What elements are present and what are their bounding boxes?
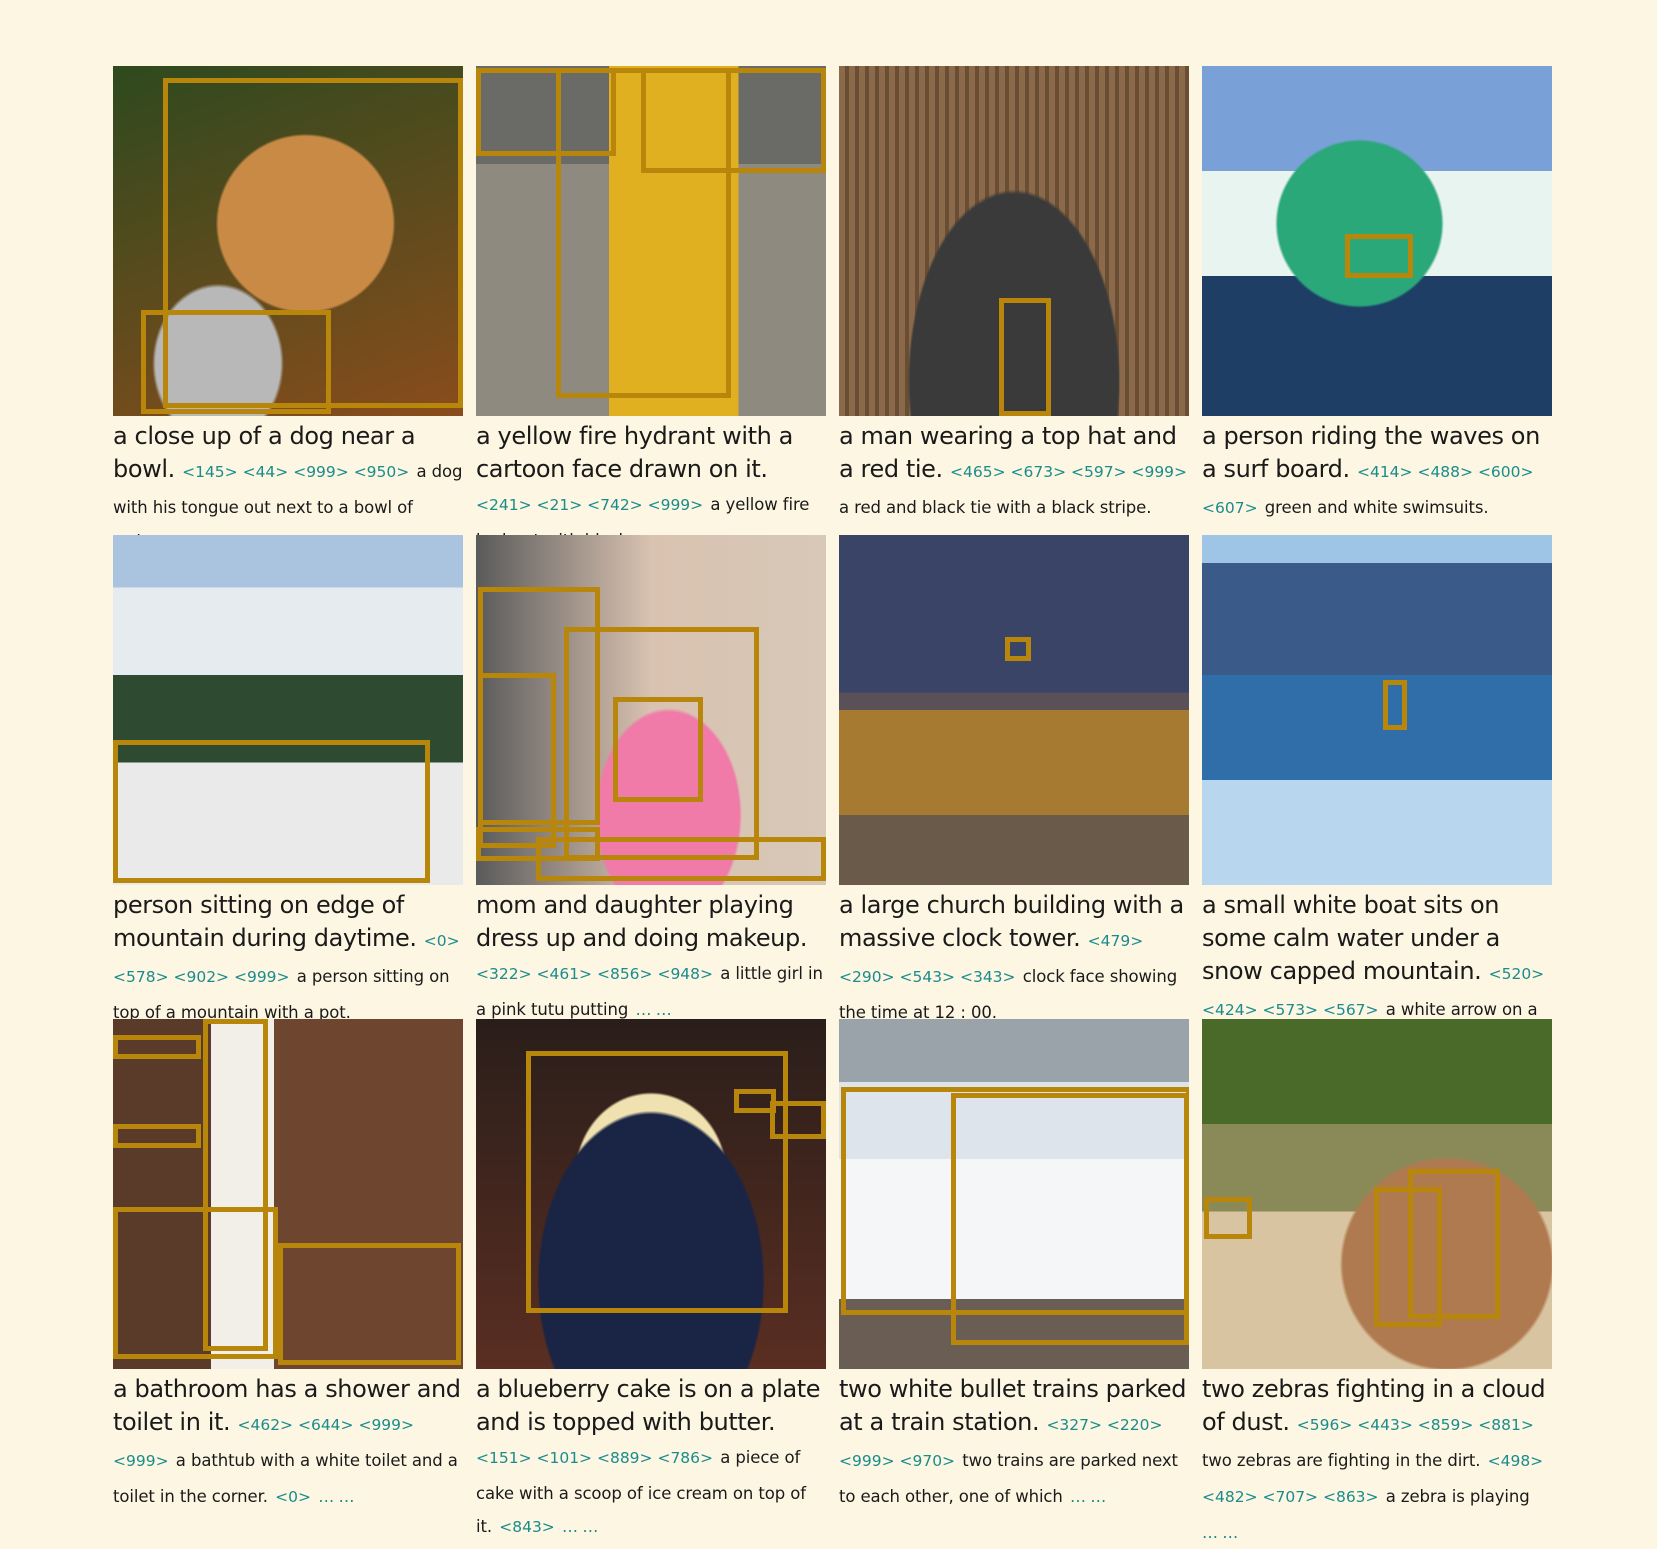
bounding-box — [770, 1101, 826, 1139]
bounding-box — [1204, 1197, 1252, 1239]
figure-panel: a bathroom has a shower and toilet in it… — [113, 1019, 463, 1514]
bounding-box — [536, 837, 826, 881]
bounding-box — [278, 1243, 461, 1365]
generated-image — [839, 66, 1189, 416]
bounding-box — [1345, 234, 1413, 278]
location-tokens: <465> <673> <597> <999> — [950, 463, 1188, 481]
generated-image — [839, 535, 1189, 885]
ellipsis: … … — [318, 1487, 355, 1506]
location-tokens: <241> <21> <742> <999> — [476, 496, 704, 514]
figure-panel: a person riding the waves on a surf boar… — [1202, 66, 1552, 525]
panel-caption: two zebras fighting in a cloud of dust. … — [1202, 1373, 1552, 1549]
bounding-box — [999, 298, 1051, 416]
figure-panel: a man wearing a top hat and a red tie. <… — [839, 66, 1189, 522]
figure-panel: a large church building with a massive c… — [839, 535, 1189, 1027]
region-description: a zebra is playing — [1385, 1487, 1530, 1506]
bounding-box — [613, 697, 703, 802]
figure-panel: a small white boat sits on some calm wat… — [1202, 535, 1552, 1060]
caption-text: a yellow fire hydrant with a cartoon fac… — [476, 422, 793, 483]
figure-panel: mom and daughter playing dress up and do… — [476, 535, 826, 1026]
location-tokens: <145> <44> <999> <950> — [182, 463, 410, 481]
ellipsis: … … — [562, 1517, 598, 1536]
region-description: green and white swimsuits. — [1264, 498, 1489, 517]
generated-image — [476, 535, 826, 885]
bounding-box — [1005, 637, 1031, 661]
figure-panel: a blueberry cake is on a plate and is to… — [476, 1019, 826, 1544]
generated-image — [476, 66, 826, 416]
panel-caption: a bathroom has a shower and toilet in it… — [113, 1373, 463, 1514]
generated-image — [1202, 1019, 1552, 1369]
figure-panel: a yellow fire hydrant with a cartoon fac… — [476, 66, 826, 558]
ellipsis: … … — [1202, 1523, 1238, 1542]
bounding-box — [113, 1207, 278, 1359]
panel-caption: a man wearing a top hat and a red tie. <… — [839, 420, 1189, 522]
ellipsis: … … — [1070, 1487, 1106, 1506]
figure-panel: person sitting on edge of mountain durin… — [113, 535, 463, 1027]
region-description: two zebras are fighting in the dirt. — [1202, 1451, 1481, 1470]
bounding-box — [113, 1124, 201, 1148]
figure-panel: a close up of a dog near a bowl. <145> <… — [113, 66, 463, 593]
caption-text: a small white boat sits on some calm wat… — [1202, 891, 1500, 985]
ellipsis: … … — [635, 1000, 672, 1019]
panel-caption: two white bullet trains parked at a trai… — [839, 1373, 1189, 1513]
bounding-box — [113, 1035, 201, 1059]
location-tokens: <843> — [499, 1518, 555, 1536]
region-description: a red and black tie with a black stripe. — [839, 498, 1152, 517]
bounding-box — [1408, 1169, 1500, 1319]
bounding-box — [1383, 680, 1407, 730]
panel-caption: person sitting on edge of mountain durin… — [113, 889, 463, 1027]
bounding-box — [951, 1093, 1189, 1345]
generated-image — [113, 66, 463, 416]
location-tokens: <151> <101> <889> <786> — [476, 1449, 714, 1467]
figure-panel: two zebras fighting in a cloud of dust. … — [1202, 1019, 1552, 1549]
panel-caption: mom and daughter playing dress up and do… — [476, 889, 826, 1026]
location-tokens: <0> — [275, 1488, 311, 1506]
generated-image — [1202, 535, 1552, 885]
figure-panel: two white bullet trains parked at a trai… — [839, 1019, 1189, 1513]
caption-text: mom and daughter playing dress up and do… — [476, 891, 808, 952]
caption-text: a blueberry cake is on a plate and is to… — [476, 1375, 821, 1436]
panel-caption: a large church building with a massive c… — [839, 889, 1189, 1027]
generated-image — [839, 1019, 1189, 1369]
generated-image — [476, 1019, 826, 1369]
figure: { "items": [ { "caption": "a close up of… — [0, 0, 1657, 1542]
generated-image — [113, 1019, 463, 1369]
bounding-box — [141, 310, 331, 414]
panel-caption: a person riding the waves on a surf boar… — [1202, 420, 1552, 525]
bounding-box — [113, 740, 430, 883]
caption-text: person sitting on edge of mountain durin… — [113, 891, 417, 952]
panel-caption: a blueberry cake is on a plate and is to… — [476, 1373, 826, 1544]
location-tokens: <322> <461> <856> <948> — [476, 965, 714, 983]
generated-image — [113, 535, 463, 885]
generated-image — [1202, 66, 1552, 416]
location-tokens: <596> <443> <859> <881> — [1296, 1416, 1534, 1434]
bounding-box — [641, 68, 826, 173]
bounding-box — [478, 673, 556, 848]
